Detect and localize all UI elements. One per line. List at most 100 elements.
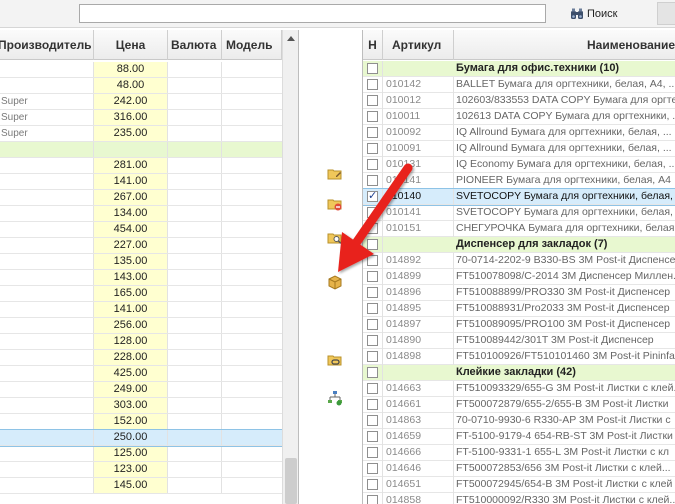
- table-row[interactable]: 014646 FT500072853/656 3M Post-it Листки …: [363, 460, 675, 477]
- row-checkbox[interactable]: [367, 351, 378, 362]
- row-checkbox[interactable]: [367, 383, 378, 394]
- currency-cell[interactable]: [168, 398, 222, 413]
- table-row[interactable]: 145.00: [0, 478, 282, 494]
- price-cell[interactable]: 145.00: [94, 478, 168, 493]
- table-row[interactable]: 256.00: [0, 318, 282, 334]
- table-row[interactable]: 454.00: [0, 222, 282, 238]
- row-checkbox[interactable]: [367, 175, 378, 186]
- table-row[interactable]: 014858 FT510000092/R330 3M Post-it Листки…: [363, 492, 675, 504]
- currency-cell[interactable]: [168, 430, 222, 445]
- currency-cell[interactable]: [168, 254, 222, 269]
- link-icon[interactable]: [327, 352, 343, 368]
- price-cell[interactable]: [94, 142, 168, 157]
- currency-cell[interactable]: [168, 286, 222, 301]
- price-cell[interactable]: 250.00: [94, 430, 168, 445]
- table-row[interactable]: 014892 70-0714-2202-9 B330-BS 3M Post-it …: [363, 252, 675, 269]
- price-cell[interactable]: 125.00: [94, 446, 168, 461]
- table-row[interactable]: 014896 FT510088899/PRO330 3M Post-it Дисп…: [363, 284, 675, 301]
- row-checkbox[interactable]: [367, 447, 378, 458]
- currency-cell[interactable]: [168, 206, 222, 221]
- row-checkbox-cell[interactable]: [363, 460, 383, 477]
- price-cell[interactable]: 143.00: [94, 270, 168, 285]
- row-checkbox[interactable]: [367, 287, 378, 298]
- box-icon[interactable]: [327, 274, 343, 290]
- currency-cell[interactable]: [168, 126, 222, 141]
- row-checkbox-cell[interactable]: [363, 492, 383, 504]
- currency-cell[interactable]: [168, 110, 222, 125]
- row-checkbox-cell[interactable]: [363, 108, 383, 125]
- price-cell[interactable]: 128.00: [94, 334, 168, 349]
- row-checkbox-cell[interactable]: [363, 140, 383, 157]
- currency-cell[interactable]: [168, 302, 222, 317]
- row-checkbox[interactable]: [367, 127, 378, 138]
- currency-cell[interactable]: [168, 190, 222, 205]
- row-checkbox-cell[interactable]: [363, 204, 383, 221]
- table-row[interactable]: 010140SVETOCOPY Бумага для оргтехники, б…: [363, 188, 675, 206]
- column-header-price[interactable]: Цена: [94, 30, 168, 60]
- model-cell[interactable]: [222, 462, 282, 477]
- model-cell[interactable]: [222, 142, 282, 157]
- table-row[interactable]: 014651 FT500072945/654-B 3M Post-it Листк…: [363, 476, 675, 493]
- price-cell[interactable]: 316.00: [94, 110, 168, 125]
- folder-remove-icon[interactable]: [327, 196, 343, 212]
- hierarchy-icon[interactable]: [327, 390, 343, 406]
- model-cell[interactable]: [222, 206, 282, 221]
- row-checkbox[interactable]: [367, 111, 378, 122]
- price-cell[interactable]: 141.00: [94, 302, 168, 317]
- scrollbar-thumb[interactable]: [285, 458, 297, 504]
- row-checkbox[interactable]: [367, 463, 378, 474]
- model-cell[interactable]: [222, 478, 282, 493]
- row-checkbox-cell[interactable]: [363, 268, 383, 285]
- price-cell[interactable]: 249.00: [94, 382, 168, 397]
- currency-cell[interactable]: [168, 446, 222, 461]
- table-row[interactable]: Super 242.00: [0, 94, 282, 110]
- currency-cell[interactable]: [168, 350, 222, 365]
- currency-cell[interactable]: [168, 270, 222, 285]
- table-row[interactable]: 141.00: [0, 174, 282, 190]
- search-input[interactable]: [79, 4, 546, 23]
- model-cell[interactable]: [222, 302, 282, 317]
- table-row[interactable]: 227.00: [0, 238, 282, 254]
- row-checkbox[interactable]: [367, 63, 378, 74]
- currency-cell[interactable]: [168, 78, 222, 93]
- currency-cell[interactable]: [168, 238, 222, 253]
- model-cell[interactable]: [222, 62, 282, 77]
- row-checkbox-cell[interactable]: [363, 412, 383, 429]
- row-checkbox-cell[interactable]: [363, 332, 383, 349]
- model-cell[interactable]: [222, 318, 282, 333]
- model-cell[interactable]: [222, 222, 282, 237]
- group-row[interactable]: Бумага для офис.техники (10): [363, 60, 675, 77]
- currency-cell[interactable]: [168, 382, 222, 397]
- table-row[interactable]: 014659 FT-5100-9179-4 654-RB-ST 3M Post-i…: [363, 428, 675, 445]
- row-checkbox-cell[interactable]: [363, 396, 383, 413]
- model-cell[interactable]: [222, 334, 282, 349]
- price-grid-scrollbar[interactable]: [282, 30, 298, 504]
- table-row[interactable]: 010151 СНЕГУРОЧКА Бумага для оргтехники, …: [363, 220, 675, 237]
- row-checkbox[interactable]: [367, 399, 378, 410]
- table-row[interactable]: 143.00: [0, 270, 282, 286]
- model-cell[interactable]: [222, 94, 282, 109]
- row-checkbox[interactable]: [367, 79, 378, 90]
- table-row[interactable]: 014895 FT510088931/Pro2033 3M Post-it Дис…: [363, 300, 675, 317]
- currency-cell[interactable]: [168, 142, 222, 157]
- row-checkbox-cell[interactable]: [363, 364, 383, 381]
- currency-cell[interactable]: [168, 462, 222, 477]
- model-cell[interactable]: [222, 174, 282, 189]
- row-checkbox[interactable]: [367, 367, 378, 378]
- table-row[interactable]: 010141 SVETOCOPY Бумага для оргтехники, б…: [363, 204, 675, 221]
- table-row[interactable]: 135.00: [0, 254, 282, 270]
- table-row[interactable]: 010091 IQ Allround Бумага для оргтехники,…: [363, 140, 675, 157]
- price-cell[interactable]: 425.00: [94, 366, 168, 381]
- row-checkbox-cell[interactable]: [363, 220, 383, 237]
- model-cell[interactable]: [222, 238, 282, 253]
- table-row[interactable]: Super 316.00: [0, 110, 282, 126]
- row-checkbox-cell[interactable]: [363, 188, 383, 205]
- table-row[interactable]: 014666 FT-5100-9331-1 655-L 3M Post-it Ли…: [363, 444, 675, 461]
- column-header-article[interactable]: Артикул: [383, 30, 454, 60]
- row-checkbox-cell[interactable]: [363, 236, 383, 253]
- row-checkbox-cell[interactable]: [363, 156, 383, 173]
- price-cell[interactable]: 152.00: [94, 414, 168, 429]
- column-header-name[interactable]: Наименование: [454, 30, 675, 60]
- price-cell[interactable]: 256.00: [94, 318, 168, 333]
- column-header-model[interactable]: Модель: [222, 30, 282, 60]
